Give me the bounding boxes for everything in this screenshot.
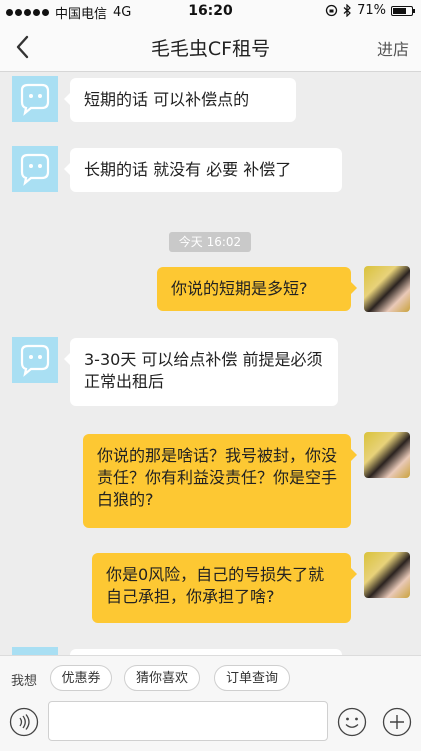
chat-bubble-face-icon (20, 153, 50, 186)
message-bubble[interactable]: 你说的短期是多短? (157, 267, 357, 311)
user-avatar[interactable] (364, 432, 410, 478)
chat-bubble-face-icon (20, 344, 50, 377)
message-bubble[interactable]: 短期的话 可以补偿点的 (64, 78, 296, 122)
user-avatar[interactable] (364, 266, 410, 312)
chip-order-query[interactable]: 订单查询 (214, 665, 290, 691)
bluetooth-icon (343, 4, 351, 17)
quick-reply-label: 我想 (11, 674, 38, 689)
bot-avatar[interactable] (12, 76, 58, 122)
chip-recommend[interactable]: 猜你喜欢 (124, 665, 200, 691)
rotation-lock-icon (325, 4, 338, 17)
message-bubble[interactable]: 你说的那是啥话？我号被封，你没责任？你有利益没责任？你是空手白狼的? (83, 434, 357, 528)
message-text: 短期的话 可以补偿点的 (84, 90, 250, 109)
page-title: 毛毛虫CF租号 (150, 38, 271, 60)
message-bubble[interactable]: 你是0风险，自己的号损失了就自己承担，你承担了啥? (92, 553, 357, 623)
message-text: 你说的那是啥话？我号被封，你没责任？你有利益没责任？你是空手白狼的? (97, 446, 338, 509)
bot-avatar[interactable] (12, 146, 58, 192)
emoji-icon[interactable] (337, 707, 367, 737)
message-text: 3-30天 可以给点补偿 前提是必须正常出租后 (84, 350, 323, 391)
message-bubble[interactable]: 长期的话 就没有 必要 补偿了 (64, 148, 342, 192)
bottom-toolbar: 我想 优惠券 猜你喜欢 订单查询 (0, 655, 421, 751)
message-text: 长期的话 就没有 必要 补偿了 (84, 160, 292, 179)
chip-coupon[interactable]: 优惠券 (50, 665, 112, 691)
message-text: 你说的短期是多短? (171, 279, 308, 298)
status-right: 71% (325, 3, 415, 18)
message-bubble[interactable]: 3-30天 可以给点补偿 前提是必须正常出租后 (64, 338, 338, 406)
chat-bubble-face-icon (20, 83, 50, 116)
battery-icon (391, 5, 415, 16)
status-bar: 中国电信 4G 16:20 71% (0, 0, 421, 23)
timestamp-chip: 今天 16:02 (169, 232, 251, 252)
voice-input-icon[interactable] (9, 707, 39, 737)
chat-area[interactable]: 短期的话 可以补偿点的 长期的话 就没有 必要 补偿了 今天 16:02 你说的… (0, 72, 421, 655)
user-avatar[interactable] (364, 552, 410, 598)
enter-shop-button[interactable]: 进店 (377, 36, 409, 60)
message-input[interactable] (48, 701, 328, 741)
bot-avatar[interactable] (12, 337, 58, 383)
bot-avatar[interactable] (12, 647, 58, 655)
battery-percent: 71% (357, 3, 386, 18)
message-text: 你是0风险，自己的号损失了就自己承担，你承担了啥? (106, 565, 325, 606)
nav-bar: 毛毛虫CF租号 进店 (0, 23, 421, 72)
add-attachment-icon[interactable] (382, 707, 412, 737)
